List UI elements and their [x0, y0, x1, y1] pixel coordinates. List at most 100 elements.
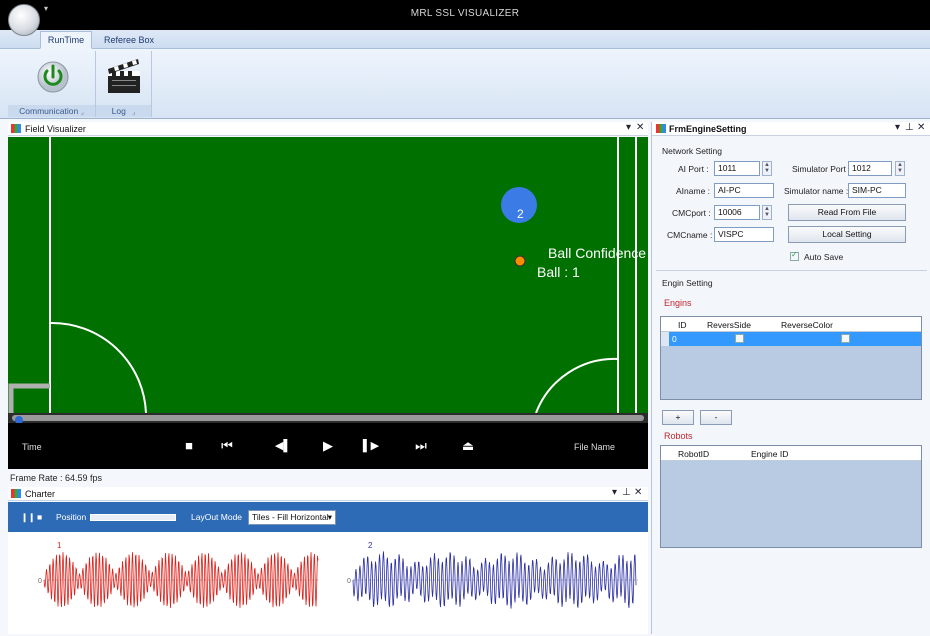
simulator-port-value: 1012: [852, 163, 871, 173]
quick-access-dropdown-icon[interactable]: ▾: [44, 4, 62, 14]
cmcport-label: CMCport :: [672, 208, 711, 218]
ribbon-group-label-log: Log: [111, 106, 126, 116]
cmcport-value: 10006: [718, 207, 742, 217]
reverse-color-checkbox[interactable]: [841, 334, 850, 343]
pane-menu-icon[interactable]: ▾: [895, 122, 900, 133]
file-name-label: File Name: [574, 442, 616, 452]
pane-icon: [656, 124, 666, 133]
ai-port-input[interactable]: 1011: [714, 161, 760, 176]
chart1-series-line: [43, 552, 319, 608]
engins-grid[interactable]: ID ReversSide ReverseColor 0: [660, 316, 922, 400]
pane-close-icon[interactable]: ✕: [634, 487, 642, 498]
clapperboard-icon: [108, 59, 140, 93]
step-forward-icon: ▌▶: [362, 440, 380, 452]
layout-mode-value: Tiles - Fill Horizontal: [252, 512, 329, 522]
ribbon-tab-strip: RunTime Referee Box: [0, 30, 930, 49]
ribbon-group-log: Log ⌟: [96, 51, 152, 117]
goal-frame: [8, 383, 50, 413]
pane-menu-icon[interactable]: ▾: [626, 122, 631, 133]
layout-mode-select[interactable]: Tiles - Fill Horizontal ▾: [248, 510, 336, 525]
simulator-name-label: Simulator name :: [784, 186, 849, 196]
step-back-icon: ◀▌: [274, 440, 292, 452]
skip-end-icon: ⏭: [415, 438, 427, 453]
add-engine-button[interactable]: +: [662, 410, 694, 425]
step-back-button[interactable]: ◀▌: [272, 437, 294, 455]
simulator-port-input[interactable]: 1012: [848, 161, 892, 176]
play-icon: ▶: [323, 438, 333, 453]
pane-close-icon[interactable]: ✕: [636, 122, 644, 133]
revers-side-checkbox[interactable]: [735, 334, 744, 343]
ai-port-spinner[interactable]: ▲ ▼: [762, 161, 772, 176]
chart2-zero-label: 0: [347, 578, 351, 585]
pane-pin-icon[interactable]: ⊥: [622, 487, 631, 498]
timeline-slider[interactable]: [12, 415, 644, 424]
stop-button[interactable]: ■: [178, 437, 200, 455]
ainame-input[interactable]: AI-PC: [714, 183, 774, 198]
time-label: Time: [22, 442, 42, 452]
check-icon: ✓: [791, 250, 798, 259]
chart1-label: 1: [57, 541, 62, 550]
robots-section-title: Robots: [664, 431, 693, 441]
simulator-port-spinner[interactable]: ▲ ▼: [895, 161, 905, 176]
pane-menu-icon[interactable]: ▾: [612, 487, 617, 498]
cmcname-value: VISPC: [718, 229, 744, 239]
stop-icon[interactable]: ■: [37, 512, 42, 522]
chevron-down-icon: ▾: [327, 512, 332, 522]
eject-button[interactable]: ⏏: [457, 437, 479, 455]
column-header: ReversSide: [707, 320, 751, 330]
skip-start-button[interactable]: ⏮: [216, 437, 238, 455]
robot-id-label: 2: [517, 207, 524, 221]
robots-grid-header: RobotID Engine ID: [661, 446, 921, 461]
simulator-name-input[interactable]: SIM-PC: [848, 183, 906, 198]
ainame-label: AIname :: [676, 186, 711, 196]
pane-pin-icon[interactable]: ⊥: [905, 122, 914, 133]
table-row[interactable]: 0: [661, 332, 921, 346]
playback-bar: Time ■ ⏮ ◀▌ ▶ ▌▶ ⏭ ⏏ File Name: [8, 423, 648, 469]
charter-toolbar: ❙❙ ■ Position LayOut Mode Tiles - Fill H…: [8, 502, 648, 532]
power-button[interactable]: [36, 56, 70, 98]
chart1-zero-label: 0: [38, 578, 42, 585]
field-canvas[interactable]: 2 Ball Confidence Ball : 1: [8, 137, 648, 413]
dialog-launcher-icon[interactable]: ⌟: [128, 109, 135, 116]
step-forward-button[interactable]: ▌▶: [360, 437, 382, 455]
tab-referee-box[interactable]: Referee Box: [96, 31, 162, 49]
column-header: Engine ID: [751, 449, 789, 459]
ribbon-group-communication: Communication ⌟: [8, 51, 96, 117]
position-slider[interactable]: [90, 514, 176, 521]
engins-section-title: Engins: [664, 298, 692, 308]
pause-icon[interactable]: ❙❙: [21, 512, 35, 523]
row-header[interactable]: [661, 332, 669, 346]
defense-area-arc: [49, 321, 147, 413]
application-orb-button[interactable]: [8, 4, 40, 36]
pane-icon: [11, 124, 21, 133]
ribbon-group-label-communication: Communication: [19, 106, 79, 116]
engine-setting-titlebar: FrmEngineSetting ▾ ⊥ ✕: [652, 122, 930, 136]
cmcport-input[interactable]: 10006: [714, 205, 760, 220]
tab-runtime[interactable]: RunTime: [40, 31, 92, 49]
dialog-launcher-icon[interactable]: ⌟: [81, 109, 84, 116]
engin-setting-label: Engin Setting: [662, 278, 713, 288]
engine-setting-pane: FrmEngineSetting ▾ ⊥ ✕ Network Setting A…: [651, 122, 930, 634]
skip-end-button[interactable]: ⏭: [410, 437, 432, 455]
local-setting-button[interactable]: Local Setting: [788, 226, 906, 243]
app-title: MRL SSL VISUALIZER: [410, 8, 520, 19]
log-button[interactable]: [104, 55, 144, 97]
remove-engine-button[interactable]: -: [700, 410, 732, 425]
charter-title: Charter: [25, 489, 56, 499]
charter-plot-area: 1 0 2 0: [8, 532, 648, 634]
pane-close-icon[interactable]: ✕: [917, 122, 925, 133]
read-from-file-button[interactable]: Read From File: [788, 204, 906, 221]
layout-mode-label: LayOut Mode: [191, 512, 243, 522]
robots-grid[interactable]: RobotID Engine ID: [660, 445, 922, 548]
ball-count-label: Ball : 1: [537, 264, 580, 280]
defense-area-arc: [535, 357, 619, 413]
divider: [656, 270, 927, 271]
cmcname-input[interactable]: VISPC: [714, 227, 774, 242]
ai-port-label: AI Port :: [678, 164, 709, 174]
field-visualizer-titlebar: Field Visualizer ▾ ✕: [8, 122, 648, 136]
play-button[interactable]: ▶: [317, 437, 339, 455]
column-header: ID: [678, 320, 687, 330]
ball: [514, 255, 526, 267]
ai-port-value: 1011: [718, 163, 737, 173]
cmcport-spinner[interactable]: ▲ ▼: [762, 205, 772, 220]
